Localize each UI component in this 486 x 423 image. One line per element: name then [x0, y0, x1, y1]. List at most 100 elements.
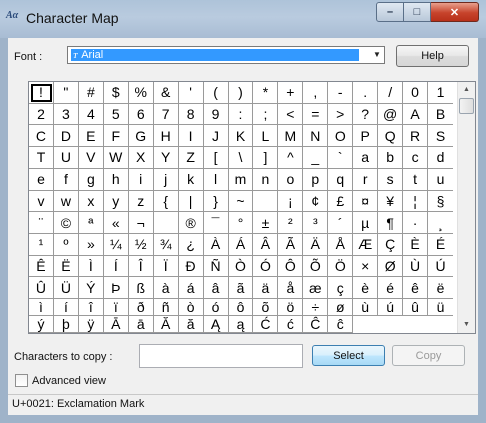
character-cell[interactable]: Ć: [253, 316, 279, 333]
character-cell[interactable]: t: [403, 168, 429, 191]
character-cell[interactable]: &: [153, 82, 179, 104]
close-button[interactable]: ✕: [431, 2, 479, 22]
character-cell[interactable]: E: [78, 125, 104, 148]
character-cell[interactable]: ö: [278, 299, 304, 316]
character-cell[interactable]: Õ: [303, 255, 329, 278]
character-cell[interactable]: f: [53, 168, 79, 191]
character-cell[interactable]: ¹: [29, 233, 54, 256]
character-cell[interactable]: n: [253, 168, 279, 191]
character-cell[interactable]: s: [378, 168, 404, 191]
character-cell[interactable]: ð: [128, 299, 154, 316]
minimize-button[interactable]: –: [376, 2, 404, 22]
character-cell[interactable]: >: [328, 103, 354, 126]
character-cell[interactable]: Ë: [53, 255, 79, 278]
character-cell[interactable]: è: [353, 277, 379, 299]
character-cell[interactable]: o: [278, 168, 304, 191]
character-cell[interactable]: §: [428, 191, 453, 213]
character-cell[interactable]: ·: [403, 212, 429, 234]
character-cell[interactable]: æ: [303, 277, 329, 299]
character-cell[interactable]: Æ: [353, 233, 379, 256]
character-cell[interactable]: ¼: [103, 233, 129, 256]
character-cell[interactable]: û: [403, 299, 429, 316]
character-cell[interactable]: N: [303, 125, 329, 148]
character-cell[interactable]: ª: [78, 212, 104, 234]
character-cell[interactable]: L: [253, 125, 279, 148]
character-cell[interactable]: G: [128, 125, 154, 148]
character-cell[interactable]: 4: [78, 103, 104, 126]
character-cell[interactable]: e: [29, 168, 54, 191]
character-cell[interactable]: ^: [278, 147, 304, 169]
character-cell[interactable]: Ì: [78, 255, 104, 278]
character-cell[interactable]: ò: [178, 299, 204, 316]
character-cell[interactable]: p: [303, 168, 329, 191]
character-cell[interactable]: ­: [153, 212, 179, 234]
maximize-button[interactable]: □: [404, 2, 431, 22]
character-cell[interactable]: ,: [303, 82, 329, 104]
character-cell[interactable]: ñ: [153, 299, 179, 316]
character-cell[interactable]: ÿ: [78, 316, 104, 333]
character-cell[interactable]: ³: [303, 212, 329, 234]
characters-to-copy-input[interactable]: [139, 344, 303, 368]
character-cell[interactable]: Ô: [278, 255, 304, 278]
character-cell[interactable]: Q: [378, 125, 404, 148]
character-cell[interactable]: ¿: [178, 233, 204, 256]
character-cell[interactable]: R: [403, 125, 429, 148]
character-cell[interactable]: {: [153, 190, 179, 213]
character-cell[interactable]: h: [103, 168, 129, 191]
title-bar[interactable]: Aα Character Map – □ ✕: [0, 0, 486, 38]
character-cell[interactable]: À: [203, 233, 229, 256]
character-cell[interactable]: Ð: [178, 255, 204, 278]
character-cell[interactable]: S: [428, 125, 453, 148]
character-cell[interactable]: b: [378, 147, 404, 169]
character-cell[interactable]: â: [203, 277, 229, 299]
character-cell[interactable]: Å: [328, 233, 354, 256]
character-cell[interactable]: °: [228, 212, 254, 234]
character-cell[interactable]: õ: [253, 299, 279, 316]
chevron-down-icon[interactable]: ▼: [372, 50, 382, 60]
character-cell[interactable]: ā: [128, 316, 154, 333]
help-button[interactable]: Help: [396, 45, 469, 67]
character-cell[interactable]: Ö: [328, 255, 354, 278]
character-cell[interactable]: W: [103, 147, 129, 169]
character-cell[interactable]: U: [53, 147, 79, 169]
character-cell[interactable]: ß: [128, 277, 154, 299]
character-cell[interactable]: ²: [278, 212, 304, 234]
character-cell[interactable]: a: [353, 147, 379, 169]
character-cell[interactable]: é: [378, 277, 404, 299]
character-cell[interactable]: ì: [29, 299, 54, 316]
character-cell[interactable]: ó: [203, 299, 229, 316]
character-cell[interactable]: H: [153, 125, 179, 148]
character-cell[interactable]: Î: [128, 255, 154, 278]
character-cell[interactable]: 2: [29, 103, 54, 126]
character-cell[interactable]: +: [278, 82, 304, 104]
character-cell[interactable]: (: [203, 82, 229, 104]
character-cell[interactable]: =: [303, 103, 329, 126]
character-cell[interactable]: ù: [353, 299, 379, 316]
character-cell[interactable]: Ü: [53, 277, 79, 299]
character-cell[interactable]: T: [29, 147, 54, 169]
grid-scrollbar[interactable]: ▲ ▼: [457, 82, 475, 333]
character-cell[interactable]: 6: [128, 103, 154, 126]
character-cell[interactable]: Á: [228, 233, 254, 256]
character-cell[interactable]: ü: [428, 299, 453, 316]
character-cell[interactable]: ¬: [128, 212, 154, 234]
character-cell[interactable]: /: [378, 82, 404, 104]
character-cell[interactable]: Ø: [378, 255, 404, 278]
character-cell[interactable]: ø: [328, 299, 354, 316]
character-cell[interactable]: 8: [178, 103, 204, 126]
character-cell[interactable]: ': [178, 82, 204, 104]
character-cell[interactable]: ĉ: [328, 316, 354, 333]
character-cell[interactable]: 0: [403, 82, 429, 104]
character-cell[interactable]: Ù: [403, 255, 429, 278]
character-cell[interactable]: B: [428, 104, 453, 126]
scroll-down-arrow-icon[interactable]: ▼: [458, 317, 475, 333]
character-cell[interactable]: r: [353, 168, 379, 191]
character-cell[interactable]: 1: [428, 82, 453, 104]
copy-button[interactable]: Copy: [392, 345, 465, 366]
character-cell[interactable]: Ą: [203, 316, 229, 333]
character-cell[interactable]: å: [278, 277, 304, 299]
character-cell[interactable]: 7: [153, 103, 179, 126]
character-cell[interactable]: »: [78, 233, 104, 256]
character-cell[interactable]: c: [403, 147, 429, 169]
character-cell[interactable]: k: [178, 168, 204, 191]
